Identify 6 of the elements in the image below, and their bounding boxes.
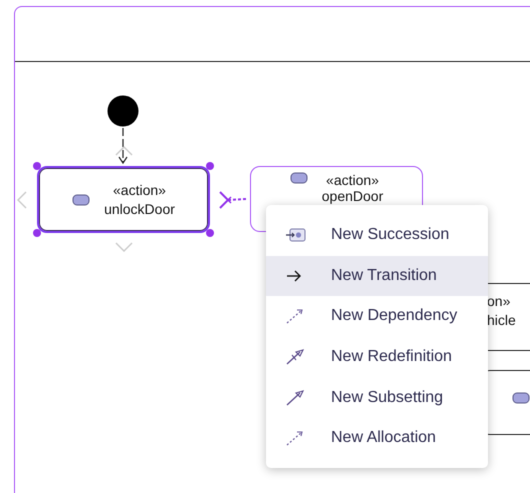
node-name: unlockDoor — [104, 200, 175, 218]
node-stereotype: «action» — [113, 180, 166, 200]
node-stereotype: «action» — [326, 172, 379, 188]
node-text: hicle — [487, 311, 516, 330]
node-text: on» — [487, 292, 510, 311]
node-name: openDoor — [322, 188, 384, 204]
